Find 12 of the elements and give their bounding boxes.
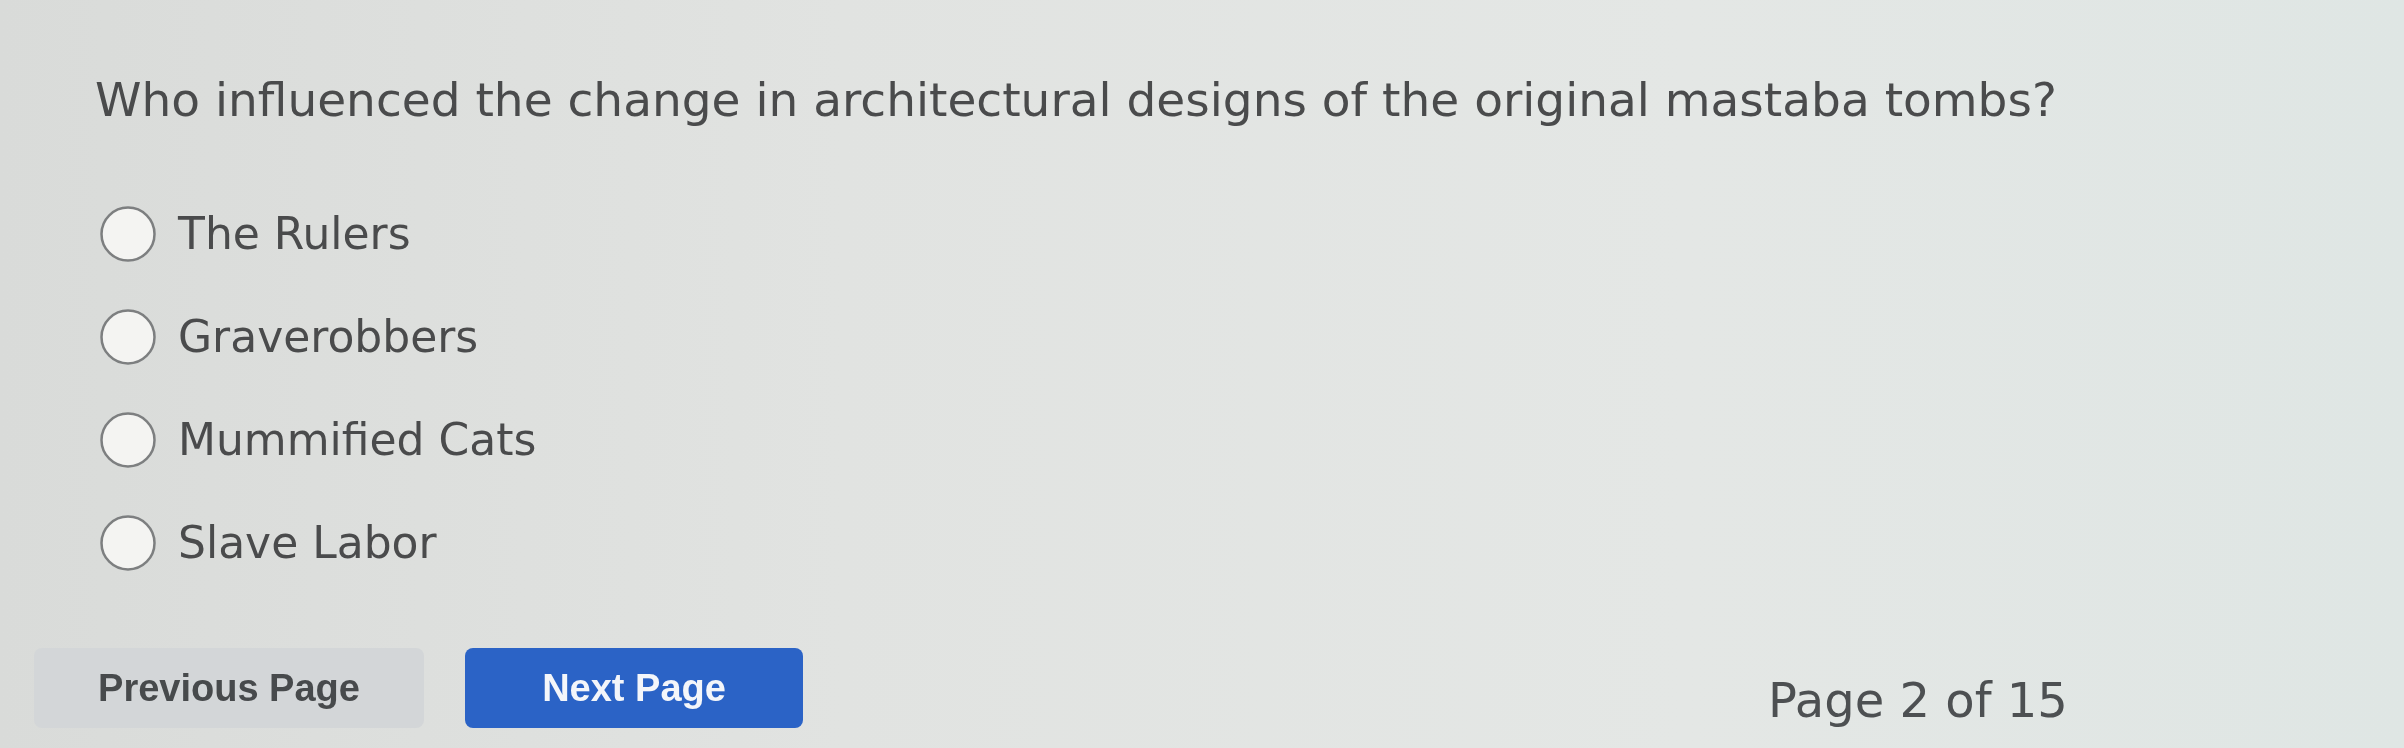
- option-label[interactable]: Slave Labor: [178, 514, 437, 571]
- option-label[interactable]: Graverobbers: [178, 308, 479, 365]
- option-label[interactable]: Mummified Cats: [178, 411, 537, 468]
- page-indicator: Page 2 of 15: [1768, 672, 2068, 728]
- radio-button-icon[interactable]: [100, 205, 156, 262]
- radio-button-icon[interactable]: [100, 514, 156, 571]
- next-button[interactable]: Next Page: [465, 648, 803, 728]
- question-text: Who influenced the change in architectural designs of the original mastaba tombs?: [95, 71, 2057, 129]
- radio-button-icon[interactable]: [100, 308, 156, 365]
- radio-button-icon[interactable]: [100, 411, 156, 468]
- option-label[interactable]: The Rulers: [178, 205, 411, 262]
- previous-button[interactable]: Previous Page: [34, 648, 424, 728]
